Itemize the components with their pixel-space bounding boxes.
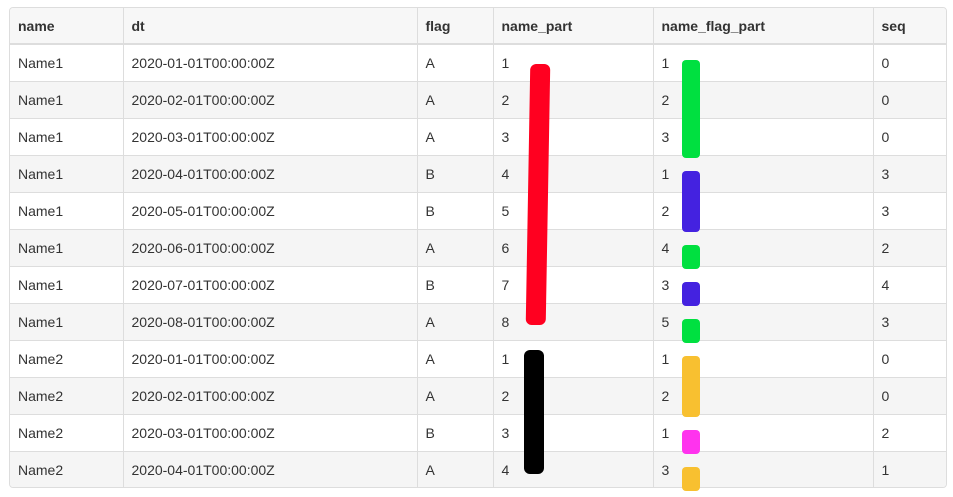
data-table-container: name dt flag name_part name_flag_part se… <box>9 7 947 488</box>
table-row[interactable]: Name1 2020-04-01T00:00:00Z B 4 1 3 <box>10 155 946 193</box>
cell-seq: 0 <box>873 118 946 156</box>
cell-name: Name1 <box>10 266 124 304</box>
cell-seq: 3 <box>873 303 946 341</box>
cell-dt: 2020-02-01T00:00:00Z <box>123 377 418 415</box>
cell-name: Name1 <box>10 229 124 267</box>
cell-name-part: 2 <box>493 377 654 415</box>
cell-name: Name2 <box>10 340 124 378</box>
cell-flag: A <box>417 303 494 341</box>
cell-seq: 0 <box>873 377 946 415</box>
cell-dt: 2020-06-01T00:00:00Z <box>123 229 418 267</box>
cell-dt: 2020-04-01T00:00:00Z <box>123 451 418 487</box>
table-row[interactable]: Name1 2020-03-01T00:00:00Z A 3 3 0 <box>10 118 946 156</box>
cell-dt: 2020-04-01T00:00:00Z <box>123 155 418 193</box>
cell-name: Name2 <box>10 377 124 415</box>
cell-seq: 2 <box>873 229 946 267</box>
cell-name-part: 2 <box>493 81 654 119</box>
table-row[interactable]: Name1 2020-08-01T00:00:00Z A 8 5 3 <box>10 303 946 341</box>
cell-name-part: 5 <box>493 192 654 230</box>
cell-flag: A <box>417 43 494 82</box>
cell-name-flag-part: 2 <box>653 377 874 415</box>
cell-name-part: 8 <box>493 303 654 341</box>
cell-name: Name1 <box>10 155 124 193</box>
cell-seq: 3 <box>873 192 946 230</box>
cell-name-flag-part: 3 <box>653 451 874 487</box>
table-row[interactable]: Name1 2020-05-01T00:00:00Z B 5 2 3 <box>10 192 946 230</box>
cell-name-flag-part: 1 <box>653 155 874 193</box>
cell-seq: 3 <box>873 155 946 193</box>
cell-dt: 2020-03-01T00:00:00Z <box>123 414 418 452</box>
table-row[interactable]: Name2 2020-02-01T00:00:00Z A 2 2 0 <box>10 377 946 415</box>
cell-name-flag-part: 1 <box>653 414 874 452</box>
cell-name-flag-part: 1 <box>653 340 874 378</box>
column-header-dt[interactable]: dt <box>123 8 418 45</box>
cell-flag: B <box>417 414 494 452</box>
cell-flag: A <box>417 340 494 378</box>
cell-flag: A <box>417 118 494 156</box>
table-row[interactable]: Name2 2020-04-01T00:00:00Z A 4 3 1 <box>10 451 946 487</box>
cell-name-part: 1 <box>493 340 654 378</box>
cell-flag: A <box>417 229 494 267</box>
cell-name-flag-part: 2 <box>653 81 874 119</box>
cell-name: Name2 <box>10 451 124 487</box>
cell-seq: 4 <box>873 266 946 304</box>
cell-name-part: 7 <box>493 266 654 304</box>
table-row[interactable]: Name1 2020-07-01T00:00:00Z B 7 3 4 <box>10 266 946 304</box>
table-row[interactable]: Name2 2020-03-01T00:00:00Z B 3 1 2 <box>10 414 946 452</box>
cell-name: Name2 <box>10 414 124 452</box>
cell-dt: 2020-01-01T00:00:00Z <box>123 340 418 378</box>
cell-seq: 1 <box>873 451 946 487</box>
cell-name: Name1 <box>10 192 124 230</box>
cell-flag: B <box>417 192 494 230</box>
cell-name: Name1 <box>10 43 124 82</box>
cell-dt: 2020-03-01T00:00:00Z <box>123 118 418 156</box>
cell-name-flag-part: 1 <box>653 43 874 82</box>
column-header-flag[interactable]: flag <box>417 8 494 45</box>
cell-seq: 2 <box>873 414 946 452</box>
cell-name-flag-part: 3 <box>653 266 874 304</box>
table-row[interactable]: Name2 2020-01-01T00:00:00Z A 1 1 0 <box>10 340 946 378</box>
column-header-name[interactable]: name <box>10 8 124 45</box>
cell-flag: A <box>417 81 494 119</box>
cell-name-flag-part: 4 <box>653 229 874 267</box>
cell-seq: 0 <box>873 81 946 119</box>
cell-name-part: 6 <box>493 229 654 267</box>
cell-flag: A <box>417 377 494 415</box>
table-row[interactable]: Name1 2020-06-01T00:00:00Z A 6 4 2 <box>10 229 946 267</box>
table-row[interactable]: Name1 2020-02-01T00:00:00Z A 2 2 0 <box>10 81 946 119</box>
cell-seq: 0 <box>873 340 946 378</box>
cell-name: Name1 <box>10 303 124 341</box>
cell-name-part: 1 <box>493 43 654 82</box>
column-header-name-flag-part[interactable]: name_flag_part <box>653 8 874 45</box>
cell-name-part: 3 <box>493 414 654 452</box>
cell-flag: B <box>417 155 494 193</box>
cell-dt: 2020-08-01T00:00:00Z <box>123 303 418 341</box>
cell-name-part: 4 <box>493 155 654 193</box>
cell-dt: 2020-05-01T00:00:00Z <box>123 192 418 230</box>
cell-name-flag-part: 2 <box>653 192 874 230</box>
cell-name: Name1 <box>10 118 124 156</box>
table-header-row: name dt flag name_part name_flag_part se… <box>10 8 946 45</box>
cell-seq: 0 <box>873 43 946 82</box>
cell-name-part: 4 <box>493 451 654 487</box>
data-table: name dt flag name_part name_flag_part se… <box>10 8 946 487</box>
column-header-seq[interactable]: seq <box>873 8 946 45</box>
cell-flag: A <box>417 451 494 487</box>
cell-dt: 2020-07-01T00:00:00Z <box>123 266 418 304</box>
cell-name-flag-part: 5 <box>653 303 874 341</box>
cell-dt: 2020-02-01T00:00:00Z <box>123 81 418 119</box>
table-row[interactable]: Name1 2020-01-01T00:00:00Z A 1 1 0 <box>10 43 946 82</box>
cell-flag: B <box>417 266 494 304</box>
cell-name: Name1 <box>10 81 124 119</box>
cell-name-part: 3 <box>493 118 654 156</box>
column-header-name-part[interactable]: name_part <box>493 8 654 45</box>
cell-dt: 2020-01-01T00:00:00Z <box>123 43 418 82</box>
cell-name-flag-part: 3 <box>653 118 874 156</box>
